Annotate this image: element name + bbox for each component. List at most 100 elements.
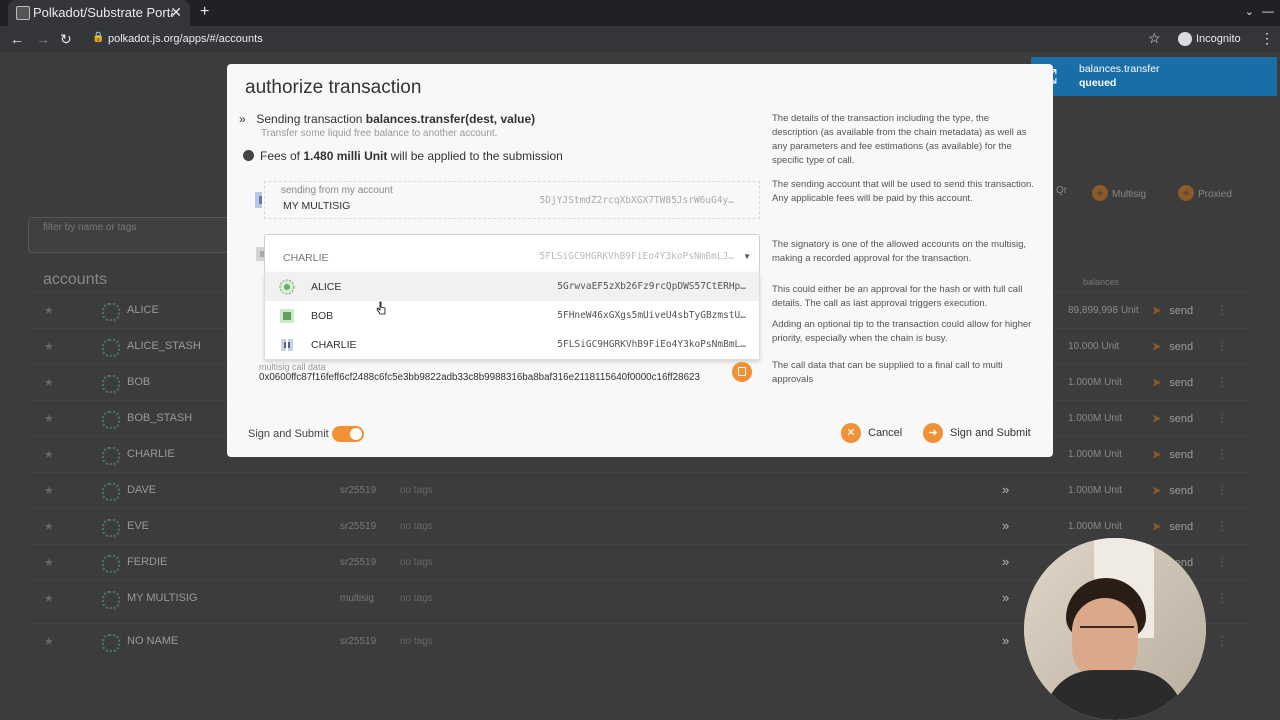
forward-icon[interactable]: → xyxy=(36,31,50,47)
favorite-star-icon[interactable]: ★ xyxy=(44,412,54,425)
expand-row-icon[interactable]: » xyxy=(1002,590,1009,605)
favorite-star-icon[interactable]: ★ xyxy=(44,448,54,461)
option-name: CHARLIE xyxy=(311,339,357,351)
account-tags: no tags xyxy=(400,557,433,568)
sending-description: Transfer some liquid free balance to ano… xyxy=(261,128,498,139)
expand-row-icon[interactable]: » xyxy=(1002,554,1009,569)
send-label: send xyxy=(1169,305,1194,317)
send-icon: ➤ xyxy=(1152,305,1162,317)
sending-account-address: 5DjYJStmdZ2rcqXbXGX7TW85JsrW6uG4y… xyxy=(539,195,734,206)
favorite-star-icon[interactable]: ★ xyxy=(44,340,54,353)
fee-dot-icon xyxy=(243,150,254,161)
signatory-selected-address: 5FLSiGC9HGRKVhB9FiEo4Y3koPsNmBmLJ… xyxy=(539,251,734,262)
favorite-star-icon[interactable]: ★ xyxy=(44,376,54,389)
sign-and-submit-toggle[interactable] xyxy=(332,426,364,442)
authorize-transaction-modal: authorize transaction » Sending transact… xyxy=(227,64,1053,457)
row-menu-icon[interactable]: ⋮ xyxy=(1216,339,1228,353)
favorite-star-icon[interactable]: ★ xyxy=(44,592,54,605)
account-identicon-icon xyxy=(102,519,120,537)
copy-call-data-button[interactable] xyxy=(732,362,752,382)
signatory-selected-name: CHARLIE xyxy=(283,252,329,264)
window-minimize-icon[interactable]: — xyxy=(1262,4,1274,18)
account-identicon-icon xyxy=(102,447,120,465)
plus-icon: + xyxy=(1178,185,1194,201)
send-button[interactable]: ➤ send xyxy=(1152,484,1193,497)
close-tab-icon[interactable]: ✕ xyxy=(170,4,182,21)
transaction-status-notification: ⤮ balances.transfer queued xyxy=(1031,57,1277,96)
send-label: send xyxy=(1169,341,1194,353)
favorite-star-icon[interactable]: ★ xyxy=(44,635,54,648)
proxied-label: Proxied xyxy=(1198,189,1232,200)
favorite-star-icon[interactable]: ★ xyxy=(44,484,54,497)
signatory-option-alice[interactable]: ALICE 5GrwvaEF5zXb26Fz9rcQpDWS57CtERHp… xyxy=(265,272,759,301)
row-menu-icon[interactable]: ⋮ xyxy=(1216,634,1228,648)
copy-icon xyxy=(738,367,746,376)
row-menu-icon[interactable]: ⋮ xyxy=(1216,483,1228,497)
dropdown-caret-icon[interactable]: ▼ xyxy=(743,252,751,261)
send-button[interactable]: ➤ send xyxy=(1152,448,1193,461)
qr-button[interactable]: Qr xyxy=(1056,185,1067,196)
account-identicon-icon xyxy=(102,339,120,357)
multisig-call-data-field: multisig call data 0x0600ffc87f16feff6cf… xyxy=(259,362,755,388)
favorite-star-icon[interactable]: ★ xyxy=(44,520,54,533)
account-name: BOB xyxy=(127,376,151,388)
call-data-label: multisig call data xyxy=(259,362,326,372)
account-type: multisig xyxy=(340,593,374,604)
send-button[interactable]: ➤ send xyxy=(1152,376,1193,389)
send-icon: ➤ xyxy=(1152,377,1162,389)
bookmark-star-icon[interactable]: ☆ xyxy=(1148,30,1161,47)
multisig-button[interactable]: + Multisig xyxy=(1092,185,1146,201)
expand-chevron-icon[interactable]: » xyxy=(239,112,253,126)
signatory-options-menu: ALICE 5GrwvaEF5zXb26Fz9rcQpDWS57CtERHp… … xyxy=(264,272,760,360)
address-bar[interactable]: 🔒 polkadot.js.org/apps/#/accounts xyxy=(90,29,1170,49)
account-balance: 1.000M Unit xyxy=(1068,521,1122,532)
account-identicon-icon xyxy=(102,303,120,321)
account-balance: 89,899,998 Unit xyxy=(1068,305,1139,316)
option-address: 5FHneW46xGXgs5mUiveU4sbTyGBzmstU… xyxy=(557,310,746,321)
account-row: ★ DAVE sr25519 no tags » 1.000M Unit ➤ send ⋮ xyxy=(28,472,1250,509)
sending-transaction-line: » Sending transaction balances.transfer(… xyxy=(239,112,535,126)
browser-menu-icon[interactable]: ⋮ xyxy=(1260,30,1274,47)
send-button[interactable]: ➤ send xyxy=(1152,412,1193,425)
expand-row-icon[interactable]: » xyxy=(1002,633,1009,648)
row-menu-icon[interactable]: ⋮ xyxy=(1216,303,1228,317)
row-menu-icon[interactable]: ⋮ xyxy=(1216,591,1228,605)
row-menu-icon[interactable]: ⋮ xyxy=(1216,375,1228,389)
expand-row-icon[interactable]: » xyxy=(1002,518,1009,533)
row-menu-icon[interactable]: ⋮ xyxy=(1216,555,1228,569)
fees-amount: 1.480 milli Unit xyxy=(303,149,388,163)
call-data-value[interactable]: 0x0600ffc87f16feff6cf2488c6fc5e3bb9822ad… xyxy=(259,372,743,383)
browser-tab[interactable]: Polkadot/Substrate Portal ✕ xyxy=(8,0,190,26)
account-balance: 1.000M Unit xyxy=(1068,449,1122,460)
send-button[interactable]: ➤ send xyxy=(1152,340,1193,353)
fees-suffix: will be applied to the submission xyxy=(387,149,563,163)
send-icon: ➤ xyxy=(1152,521,1162,533)
help-signatory: The signatory is one of the allowed acco… xyxy=(772,239,1027,264)
reload-icon[interactable]: ↻ xyxy=(60,31,72,48)
row-menu-icon[interactable]: ⋮ xyxy=(1216,519,1228,533)
row-menu-icon[interactable]: ⋮ xyxy=(1216,411,1228,425)
send-button[interactable]: ➤ send xyxy=(1152,304,1193,317)
send-label: send xyxy=(1169,449,1194,461)
favorite-star-icon[interactable]: ★ xyxy=(44,556,54,569)
signatory-dropdown[interactable]: CHARLIE 5FLSiGC9HGRKVhB9FiEo4Y3koPsNmBmL… xyxy=(264,234,760,274)
tab-search-icon[interactable]: ⌄ xyxy=(1245,5,1254,18)
row-menu-icon[interactable]: ⋮ xyxy=(1216,447,1228,461)
multisig-label: Multisig xyxy=(1112,189,1146,200)
back-icon[interactable]: ← xyxy=(10,31,24,47)
notification-method: balances.transfer xyxy=(1079,63,1160,75)
send-icon: ➤ xyxy=(1152,449,1162,461)
proxied-button[interactable]: + Proxied xyxy=(1178,185,1232,201)
option-address: 5FLSiGC9HGRKVhB9FiEo4Y3koPsNmBmL… xyxy=(557,339,746,350)
incognito-badge[interactable]: Incognito xyxy=(1178,32,1241,46)
send-label: send xyxy=(1169,485,1194,497)
profile-label: Incognito xyxy=(1196,32,1241,45)
send-button[interactable]: ➤ send xyxy=(1152,520,1193,533)
signatory-option-bob[interactable]: BOB 5FHneW46xGXgs5mUiveU4sbTyGBzmstU… xyxy=(265,301,759,330)
expand-row-icon[interactable]: » xyxy=(1002,482,1009,497)
signatory-option-charlie[interactable]: CHARLIE 5FLSiGC9HGRKVhB9FiEo4Y3koPsNmBmL… xyxy=(265,330,759,359)
url-text: polkadot.js.org/apps/#/accounts xyxy=(108,33,263,45)
new-tab-icon[interactable]: + xyxy=(200,3,209,21)
cancel-label: Cancel xyxy=(868,427,903,439)
favorite-star-icon[interactable]: ★ xyxy=(44,304,54,317)
